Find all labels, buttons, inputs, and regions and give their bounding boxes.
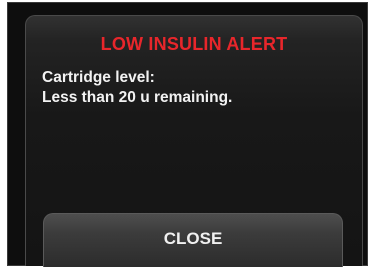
alert-message: Cartridge level: Less than 20 u remainin… <box>42 68 232 108</box>
alert-message-line-2: Less than 20 u remaining. <box>42 89 233 106</box>
alert-title: LOW INSULIN ALERT <box>100 34 288 54</box>
alert-dialog: LOW INSULIN ALERT Cartridge level: Less … <box>25 15 363 267</box>
alert-message-line-1: Cartridge level: <box>42 69 155 86</box>
close-button[interactable]: CLOSE <box>43 213 343 267</box>
